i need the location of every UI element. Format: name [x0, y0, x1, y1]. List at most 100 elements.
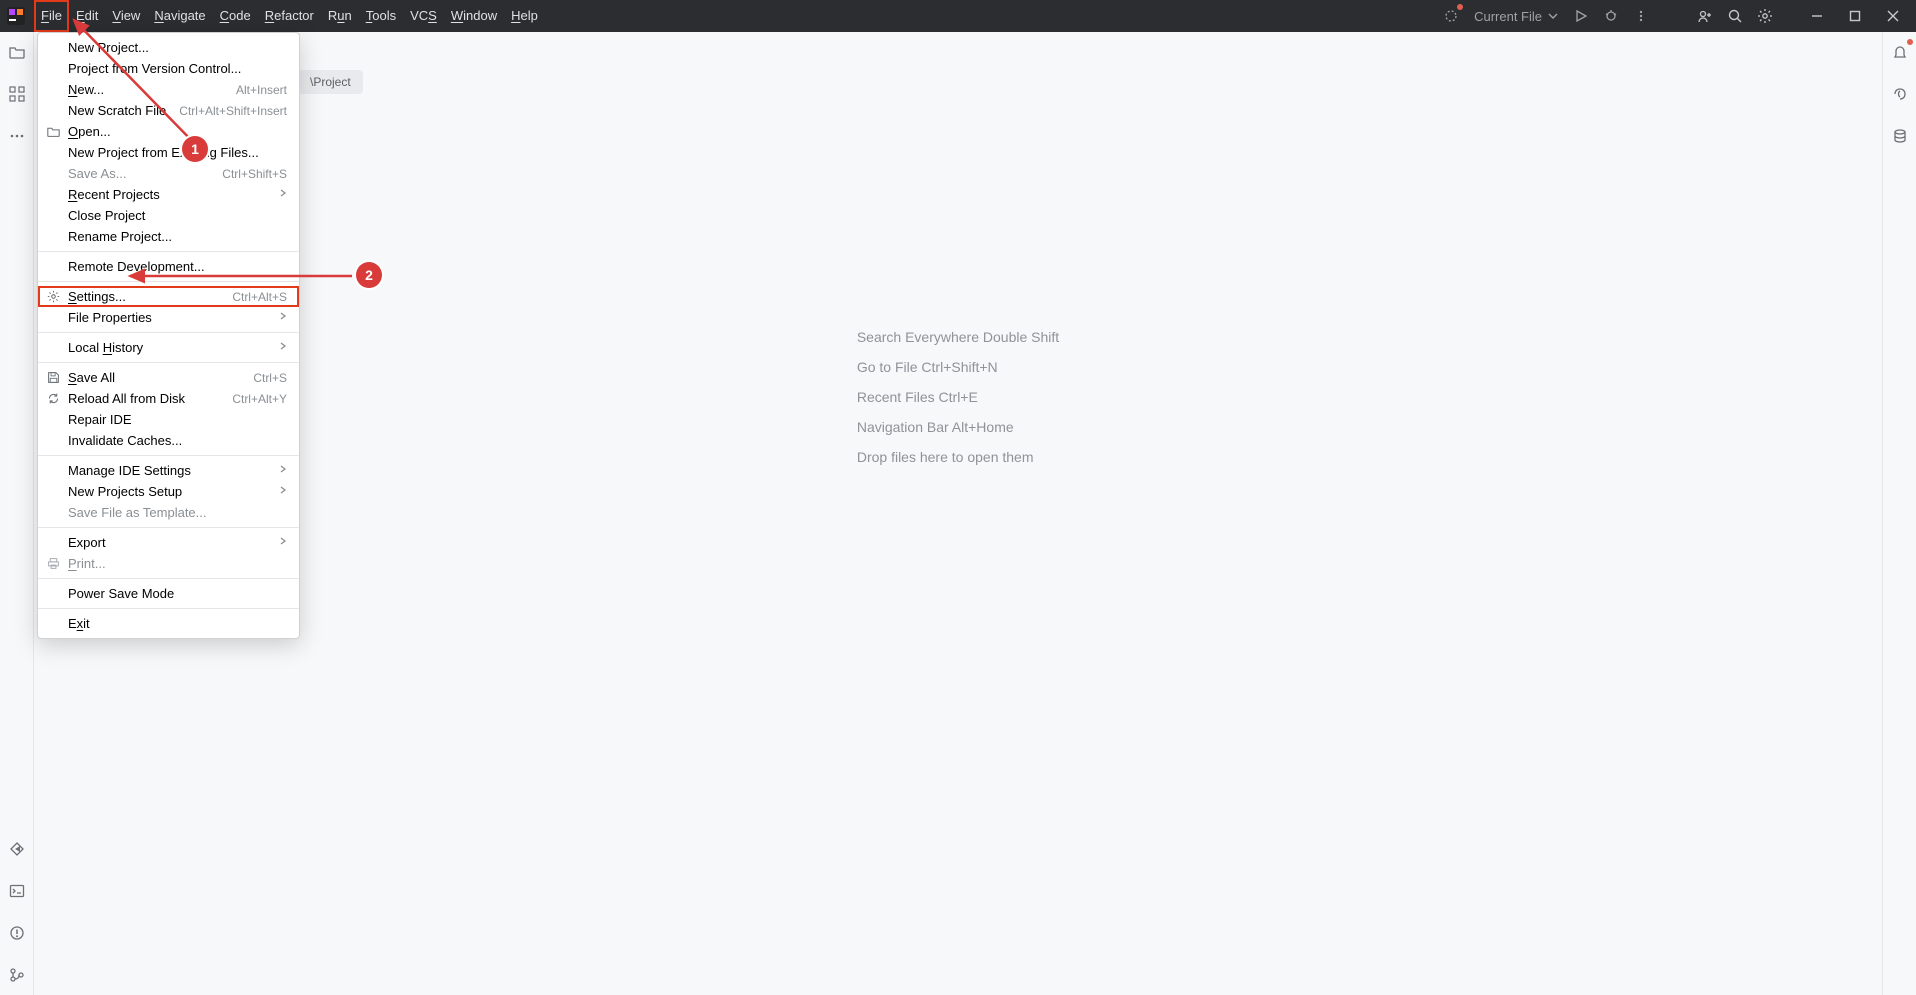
- menu-item-label: Repair IDE: [68, 412, 287, 427]
- menu-item-label: Recent Projects: [68, 187, 271, 202]
- file-menu-reload-all-from-disk[interactable]: Reload All from DiskCtrl+Alt+Y: [38, 388, 299, 409]
- project-tool-button[interactable]: [5, 40, 29, 64]
- reload-icon: [46, 392, 60, 405]
- file-menu-file-properties[interactable]: File Properties: [38, 307, 299, 328]
- menu-item-label: Save As...: [68, 166, 214, 181]
- menu-item-label: Open...: [68, 124, 287, 139]
- menu-item-label: File Properties: [68, 310, 271, 325]
- right-tool-stripe: [1882, 32, 1916, 995]
- file-menu-invalidate-caches[interactable]: Invalidate Caches...: [38, 430, 299, 451]
- menu-item-label: New Project from Existing Files...: [68, 145, 287, 160]
- window-minimize-button[interactable]: [1800, 0, 1834, 32]
- structure-tool-button[interactable]: [5, 82, 29, 106]
- file-menu-power-save-mode[interactable]: Power Save Mode: [38, 583, 299, 604]
- file-menu-export[interactable]: Export: [38, 532, 299, 553]
- menu-item-label: New Project...: [68, 40, 287, 55]
- ai-assistant-tool-button[interactable]: [1888, 82, 1912, 106]
- file-menu-open[interactable]: Open...: [38, 121, 299, 142]
- file-menu-new[interactable]: New...Alt+Insert: [38, 79, 299, 100]
- notifications-tool-button[interactable]: [1888, 40, 1912, 64]
- menu-item-label: Exit: [68, 616, 287, 631]
- ide-errors-icon[interactable]: [1438, 3, 1464, 29]
- chevron-down-icon: [1548, 11, 1558, 21]
- menu-edit[interactable]: Edit: [69, 0, 105, 32]
- menu-item-label: Invalidate Caches...: [68, 433, 287, 448]
- menu-item-shortcut: Ctrl+Alt+Shift+Insert: [179, 104, 287, 118]
- more-tools-button[interactable]: [5, 124, 29, 148]
- menu-item-shortcut: Ctrl+Alt+Y: [232, 392, 287, 406]
- run-button[interactable]: [1568, 3, 1594, 29]
- menu-vcs[interactable]: VCS: [403, 0, 444, 32]
- services-tool-button[interactable]: [5, 837, 29, 861]
- chevron-right-icon: [279, 342, 287, 353]
- file-menu-new-project-from-existing-files[interactable]: New Project from Existing Files...: [38, 142, 299, 163]
- file-menu-new-scratch-file[interactable]: New Scratch File Ctrl+Alt+Shift+Insert: [38, 100, 299, 121]
- menu-file[interactable]: File: [34, 0, 69, 32]
- file-menu-save-file-as-template: Save File as Template...: [38, 502, 299, 523]
- menu-separator: [38, 578, 299, 579]
- file-menu-repair-ide[interactable]: Repair IDE: [38, 409, 299, 430]
- welcome-hint-line: Navigation Bar Alt+Home: [857, 412, 1059, 442]
- menu-separator: [38, 527, 299, 528]
- run-config-selector[interactable]: Current File: [1468, 3, 1564, 29]
- file-menu-exit[interactable]: Exit: [38, 613, 299, 634]
- menu-separator: [38, 332, 299, 333]
- gear-icon: [46, 290, 60, 303]
- chevron-right-icon: [279, 189, 287, 200]
- menu-separator: [38, 362, 299, 363]
- menu-item-shortcut: Ctrl+S: [253, 371, 287, 385]
- menu-separator: [38, 251, 299, 252]
- problems-tool-button[interactable]: [5, 921, 29, 945]
- menu-code[interactable]: Code: [213, 0, 258, 32]
- file-menu-remote-development[interactable]: Remote Development...: [38, 256, 299, 277]
- file-menu-new-projects-setup[interactable]: New Projects Setup: [38, 481, 299, 502]
- window-close-button[interactable]: [1876, 0, 1910, 32]
- file-menu-dropdown: New Project... Project from Version Contr…: [37, 32, 300, 639]
- terminal-tool-button[interactable]: [5, 879, 29, 903]
- menu-item-label: Project from Version Control...: [68, 61, 287, 76]
- workspace: \Project Search Everywhere Double ShiftG…: [0, 32, 1916, 995]
- search-everywhere-icon[interactable]: [1722, 3, 1748, 29]
- debug-button[interactable]: [1598, 3, 1624, 29]
- menu-item-shortcut: Alt+Insert: [236, 83, 287, 97]
- menu-item-label: Close Project: [68, 208, 287, 223]
- file-menu-new-project[interactable]: New Project...: [38, 37, 299, 58]
- chevron-right-icon: [279, 312, 287, 323]
- file-menu-save-all[interactable]: Save All Ctrl+S: [38, 367, 299, 388]
- file-menu-manage-ide-settings[interactable]: Manage IDE Settings: [38, 460, 299, 481]
- menubar-items: FileEditViewNavigateCodeRefactorRunTools…: [34, 0, 545, 32]
- file-menu-project-from-version-control[interactable]: Project from Version Control...: [38, 58, 299, 79]
- menubar: FileEditViewNavigateCodeRefactorRunTools…: [0, 0, 1916, 32]
- menu-refactor[interactable]: Refactor: [258, 0, 321, 32]
- menu-window[interactable]: Window: [444, 0, 504, 32]
- menu-item-label: New Scratch File: [68, 103, 171, 118]
- menu-item-label: Save File as Template...: [68, 505, 287, 520]
- menu-item-label: Print...: [68, 556, 287, 571]
- menu-item-label: Settings...: [68, 289, 224, 304]
- menu-help[interactable]: Help: [504, 0, 545, 32]
- menu-navigate[interactable]: Navigate: [147, 0, 212, 32]
- database-tool-button[interactable]: [1888, 124, 1912, 148]
- menu-separator: [38, 281, 299, 282]
- menu-tools[interactable]: Tools: [359, 0, 403, 32]
- vcs-tool-button[interactable]: [5, 963, 29, 987]
- menu-item-shortcut: Ctrl+Alt+S: [232, 290, 287, 304]
- file-menu-close-project[interactable]: Close Project: [38, 205, 299, 226]
- breadcrumb[interactable]: \Project: [298, 70, 363, 94]
- settings-icon[interactable]: [1752, 3, 1778, 29]
- menu-separator: [38, 455, 299, 456]
- menu-item-label: Remote Development...: [68, 259, 287, 274]
- code-with-me-icon[interactable]: [1692, 3, 1718, 29]
- file-menu-settings[interactable]: Settings... Ctrl+Alt+S: [38, 286, 299, 307]
- file-menu-local-history[interactable]: Local History: [38, 337, 299, 358]
- window-maximize-button[interactable]: [1838, 0, 1872, 32]
- more-actions-button[interactable]: [1628, 3, 1654, 29]
- menu-item-label: Export: [68, 535, 271, 550]
- file-menu-rename-project[interactable]: Rename Project...: [38, 226, 299, 247]
- menubar-right: Current File: [1438, 0, 1910, 32]
- menu-view[interactable]: View: [105, 0, 147, 32]
- file-menu-recent-projects[interactable]: Recent Projects: [38, 184, 299, 205]
- annotation-badge-1: 1: [182, 136, 208, 162]
- menu-run[interactable]: Run: [321, 0, 359, 32]
- menu-item-label: Save All: [68, 370, 245, 385]
